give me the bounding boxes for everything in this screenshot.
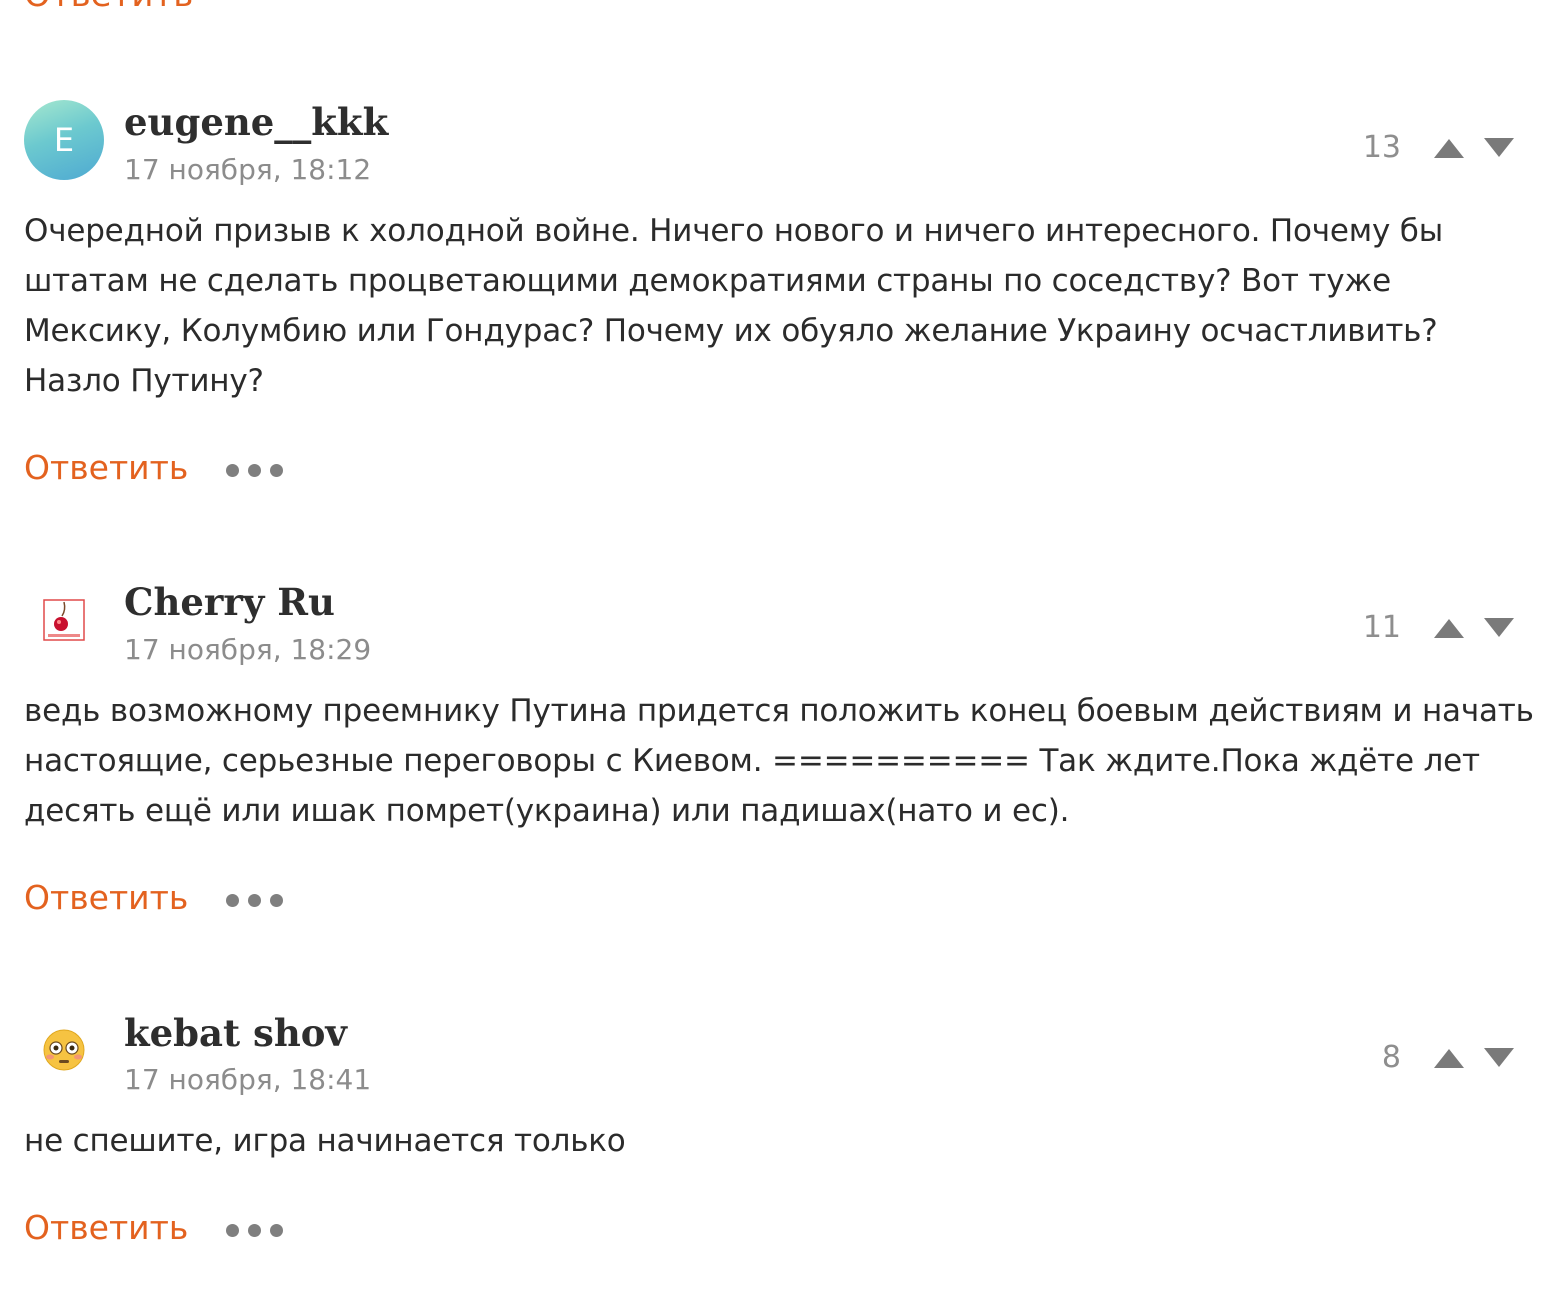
dot-icon <box>226 894 239 907</box>
comment-date: 17 ноября, 18:41 <box>124 1063 372 1096</box>
avatar[interactable] <box>24 1010 104 1090</box>
comment-text: ведь возможному преемнику Путина придетс… <box>24 693 1534 829</box>
dot-icon <box>248 1224 261 1237</box>
cherry-avatar-icon <box>43 599 85 641</box>
downvote-button[interactable] <box>1477 613 1521 643</box>
reply-button[interactable]: Ответить <box>24 878 188 917</box>
downvote-button[interactable] <box>1477 133 1521 163</box>
dot-icon <box>270 464 283 477</box>
comment-date: 17 ноября, 18:29 <box>124 633 372 666</box>
upvote-button[interactable] <box>1427 613 1471 643</box>
arrow-up-icon <box>1434 618 1464 638</box>
dot-icon <box>270 894 283 907</box>
upvote-button[interactable] <box>1427 133 1471 163</box>
comment-author[interactable]: kebat shov <box>124 1011 347 1055</box>
comment-date: 17 ноября, 18:12 <box>124 153 372 186</box>
vote-controls: 11 <box>1363 610 1521 645</box>
dot-icon <box>270 1224 283 1237</box>
comment-text: не спешите, игра начинается только <box>24 1123 626 1159</box>
arrow-up-icon <box>1434 138 1464 158</box>
reply-button-previous[interactable]: Ответить <box>24 0 193 12</box>
avatar[interactable]: E <box>24 100 104 180</box>
arrow-up-icon <box>1434 1048 1464 1068</box>
comment-score: 11 <box>1362 610 1401 645</box>
dot-icon <box>248 464 261 477</box>
reply-button[interactable]: Ответить <box>24 1208 188 1247</box>
reply-button[interactable]: Ответить <box>24 448 188 487</box>
more-options-button[interactable] <box>226 1224 283 1237</box>
comment-text: Очередной призыв к холодной войне. Ничег… <box>24 213 1443 399</box>
dot-icon <box>226 464 239 477</box>
comment-score: 8 <box>1381 1040 1401 1075</box>
downvote-button[interactable] <box>1477 1043 1521 1073</box>
arrow-down-icon <box>1484 1047 1514 1067</box>
flushed-face-emoji-icon <box>43 1029 85 1071</box>
upvote-button[interactable] <box>1427 1043 1471 1073</box>
comment-author[interactable]: Cherry Ru <box>124 580 335 624</box>
arrow-down-icon <box>1484 137 1514 157</box>
arrow-down-icon <box>1484 617 1514 637</box>
vote-controls: 13 <box>1363 130 1521 165</box>
more-options-button[interactable] <box>226 464 283 477</box>
dot-icon <box>226 1224 239 1237</box>
comment-score: 13 <box>1362 130 1401 165</box>
vote-controls: 8 <box>1382 1040 1521 1075</box>
avatar[interactable] <box>24 580 104 660</box>
more-options-button[interactable] <box>226 894 283 907</box>
comment-author[interactable]: eugene__kkk <box>124 100 388 144</box>
dot-icon <box>248 894 261 907</box>
